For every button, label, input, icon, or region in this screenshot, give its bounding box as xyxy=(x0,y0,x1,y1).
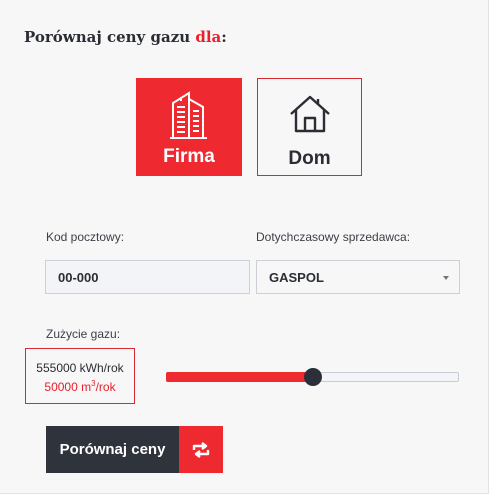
supplier-select[interactable]: GASPOL xyxy=(256,260,460,294)
house-icon xyxy=(288,92,332,136)
title-accent: dla xyxy=(195,28,222,46)
supplier-label: Dotychczasowy sprzedawca: xyxy=(256,230,411,244)
title-suffix: : xyxy=(221,28,227,46)
customer-type-firma[interactable]: Firma xyxy=(136,78,242,176)
compare-button[interactable]: Porównaj ceny xyxy=(46,426,223,473)
form-frame xyxy=(0,0,489,494)
page-title: Porównaj ceny gazu dla: xyxy=(24,28,227,46)
postal-code-input[interactable]: 00-000 xyxy=(45,260,250,294)
title-text: Porównaj ceny gazu xyxy=(24,28,191,46)
usage-slider-handle[interactable] xyxy=(303,368,322,386)
customer-type-label: Dom xyxy=(288,148,331,169)
usage-kwh: 555000 kWh/rok xyxy=(36,361,124,375)
usage-readout: 555000 kWh/rok 50000 m3/rok xyxy=(25,348,135,404)
customer-type-dom[interactable]: Dom xyxy=(257,78,362,176)
usage-label: Zużycie gazu: xyxy=(46,327,121,341)
postal-code-label: Kod pocztowy: xyxy=(46,230,125,244)
chevron-down-icon xyxy=(443,276,449,280)
customer-type-label: Firma xyxy=(163,146,215,167)
refresh-icon xyxy=(179,426,223,473)
postal-code-value: 00-000 xyxy=(58,270,99,285)
compare-button-label: Porównaj ceny xyxy=(46,426,179,473)
building-icon xyxy=(169,88,209,140)
usage-m3: 50000 m3/rok xyxy=(44,379,116,394)
usage-slider-fill xyxy=(166,372,313,382)
supplier-value: GASPOL xyxy=(269,270,324,285)
